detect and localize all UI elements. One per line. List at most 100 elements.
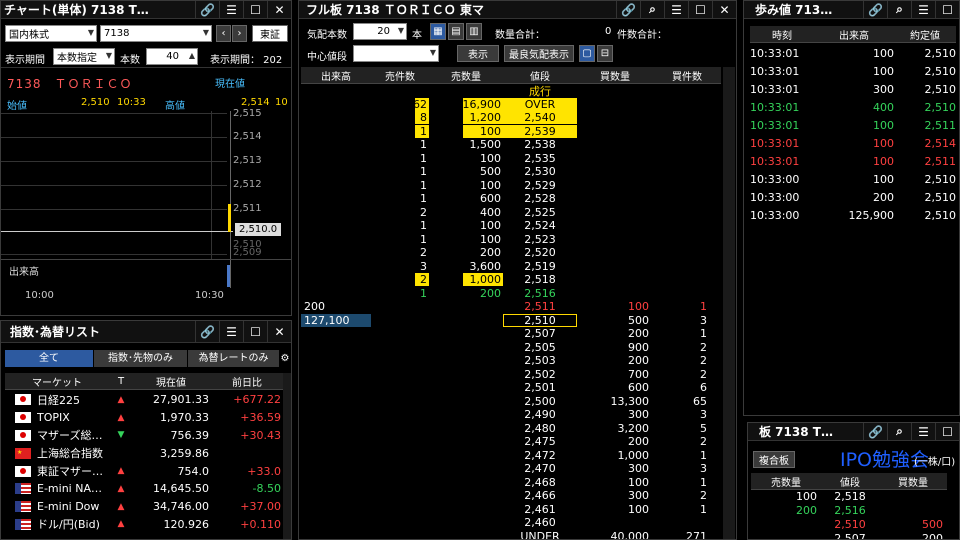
board-row[interactable]: 127,100 2,510 500 3: [301, 313, 721, 328]
board-row[interactable]: 2 1,000 2,518: [301, 273, 721, 287]
price-chart-area[interactable]: 2,515 2,514 2,513 2,512 2,511 2,510.0 2,…: [1, 108, 291, 259]
mini-board-row[interactable]: 2,510 500: [751, 517, 947, 531]
board-row[interactable]: 200 2,511 100 1: [301, 300, 721, 314]
col-current[interactable]: 現在値: [133, 374, 209, 389]
mini-board-row[interactable]: 100 2,518: [751, 489, 947, 503]
board-row[interactable]: 3 3,600 2,519: [301, 260, 721, 274]
board-row[interactable]: 1 200 2,516: [301, 287, 721, 301]
index-row[interactable]: ドル/円(Bid) ▲ 120.926 +0.110: [5, 516, 285, 534]
layout-toggle-1[interactable]: ▦: [430, 23, 446, 40]
col-price[interactable]: 値段: [821, 474, 879, 489]
tick-row[interactable]: 10:33:01 300 2,510: [750, 80, 956, 98]
board-row[interactable]: 8 1,200 2,540: [301, 111, 721, 125]
board-row[interactable]: 1 100 2,523: [301, 233, 721, 247]
board-panel-header[interactable]: フル板 7138 ＴＯＲＩＣＯ 東マ 🔗 ⌕ ☰ ☐ ✕: [299, 1, 736, 19]
layout-toggle-3[interactable]: ▥: [466, 23, 482, 40]
tick-row[interactable]: 10:33:01 100 2,511: [750, 152, 956, 170]
tick-row[interactable]: 10:33:00 100 2,510: [750, 170, 956, 188]
board-row[interactable]: 1 600 2,528: [301, 192, 721, 206]
period-mode-select[interactable]: 本数指定 ▼: [53, 48, 115, 65]
board-row[interactable]: 1 1,500 2,538: [301, 138, 721, 152]
board-row[interactable]: 2,472 1,000 1: [301, 449, 721, 463]
index-row[interactable]: TOPIX ▲ 1,970.33 +36.59: [5, 409, 285, 427]
view-toggle-2[interactable]: ⊟: [597, 45, 613, 62]
tick-row[interactable]: 10:33:01 100 2,510: [750, 44, 956, 62]
index-row[interactable]: マザーズ総… ▼ 756.39 +30.43: [5, 427, 285, 445]
tab-fx-only[interactable]: 為替レートのみ: [187, 350, 279, 367]
index-row[interactable]: ★ 上海総合指数 3,259.86: [5, 444, 285, 462]
menu-icon[interactable]: ☰: [911, 1, 935, 18]
col-sell-count[interactable]: 売件数: [371, 68, 429, 83]
next-button[interactable]: ›: [232, 25, 247, 42]
index-row[interactable]: 日経225 ▲ 27,901.33 +677.22: [5, 391, 285, 409]
chart-panel-header[interactable]: チャート(単体) 7138 T… 🔗 ☰ ☐ ✕: [1, 1, 291, 19]
layout-toggle-2[interactable]: ▤: [448, 23, 464, 40]
maximize-icon[interactable]: ☐: [243, 1, 267, 18]
tick-row[interactable]: 10:33:00 200 2,510: [750, 188, 956, 206]
board-row[interactable]: 2,502 700 2: [301, 368, 721, 382]
col-price[interactable]: 約定値: [894, 27, 956, 42]
col-volume[interactable]: 出来高: [814, 27, 894, 42]
exchange-button[interactable]: 東証: [252, 25, 288, 42]
col-sell-qty[interactable]: 売数量: [429, 68, 503, 83]
board-row[interactable]: 2 400 2,525: [301, 206, 721, 220]
tick-row[interactable]: 10:33:00 125,900 2,510: [750, 206, 956, 224]
tick-row[interactable]: 10:33:01 400 2,510: [750, 98, 956, 116]
board-row[interactable]: 2,507 200 1: [301, 327, 721, 341]
symbol-select[interactable]: 7138 ▼: [100, 25, 212, 42]
link-icon[interactable]: 🔗: [195, 1, 219, 18]
board-row[interactable]: 1 100 2,524: [301, 219, 721, 233]
col-buy-qty[interactable]: 買数量: [577, 68, 653, 83]
tab-all[interactable]: 全て: [5, 350, 93, 367]
board-row[interactable]: 1 500 2,530: [301, 165, 721, 179]
link-icon[interactable]: 🔗: [863, 1, 887, 18]
link-icon[interactable]: 🔗: [863, 423, 887, 440]
col-market[interactable]: マーケット: [5, 374, 109, 389]
volume-area[interactable]: 出来高: [1, 259, 291, 288]
count-stepper[interactable]: 40 ▲: [146, 48, 198, 65]
tab-index-only[interactable]: 指数･先物のみ: [93, 350, 187, 367]
best-quote-button[interactable]: 最良気配表示: [504, 45, 574, 62]
ticks-panel-header[interactable]: 歩み値 713… 🔗 ⌕ ☰ ☐: [744, 1, 959, 19]
tick-row[interactable]: 10:33:01 100 2,514: [750, 134, 956, 152]
board-row[interactable]: 2,500 13,300 65: [301, 395, 721, 409]
board-row[interactable]: 2,470 300 3: [301, 462, 721, 476]
prev-button[interactable]: ‹: [216, 25, 231, 42]
maximize-icon[interactable]: ☐: [688, 1, 712, 18]
board-row[interactable]: 2,468 100 1: [301, 476, 721, 490]
combo-board-button[interactable]: 複合板: [753, 451, 795, 468]
mini-board-row[interactable]: 2,507 200: [751, 531, 947, 540]
board-row[interactable]: 2,460: [301, 516, 721, 530]
board-scrollbar[interactable]: [723, 67, 735, 539]
menu-icon[interactable]: ☰: [219, 321, 243, 342]
index-row[interactable]: E-mini NA… ▲ 14,645.50 -8.50: [5, 480, 285, 498]
link-icon[interactable]: 🔗: [616, 1, 640, 18]
col-buy-count[interactable]: 買件数: [653, 68, 721, 83]
search-icon[interactable]: ⌕: [887, 423, 911, 440]
center-price-input[interactable]: ▼: [353, 45, 439, 62]
mini-board-row[interactable]: 200 2,516: [751, 503, 947, 517]
index-scrollbar[interactable]: [283, 373, 291, 539]
board-row[interactable]: 2,505 900 2: [301, 341, 721, 355]
board-row[interactable]: 1 100 2,535: [301, 152, 721, 166]
board-row[interactable]: 2,490 300 3: [301, 408, 721, 422]
maximize-icon[interactable]: ☐: [935, 1, 959, 18]
col-buy-qty[interactable]: 買数量: [879, 474, 947, 489]
menu-icon[interactable]: ☰: [664, 1, 688, 18]
gear-icon[interactable]: ⚙: [279, 350, 291, 367]
search-icon[interactable]: ⌕: [640, 1, 664, 18]
close-icon[interactable]: ✕: [267, 1, 291, 18]
board-row[interactable]: 成行: [301, 84, 721, 98]
board-row[interactable]: UNDER 40,000 271: [301, 530, 721, 539]
maximize-icon[interactable]: ☐: [935, 423, 959, 440]
board-row[interactable]: 62 16,900 OVER: [301, 97, 721, 112]
board-row[interactable]: 1 100 2,529: [301, 179, 721, 193]
show-button[interactable]: 表示: [457, 45, 499, 62]
col-time[interactable]: 時刻: [750, 27, 814, 42]
index-row[interactable]: 東証マザー… ▲ 754.0 +33.0: [5, 462, 285, 480]
board-row[interactable]: 2 200 2,520: [301, 246, 721, 260]
menu-icon[interactable]: ☰: [219, 1, 243, 18]
view-toggle-1[interactable]: ▢: [579, 45, 595, 62]
board-row[interactable]: 2,503 200 2: [301, 354, 721, 368]
tick-row[interactable]: 10:33:01 100 2,511: [750, 116, 956, 134]
